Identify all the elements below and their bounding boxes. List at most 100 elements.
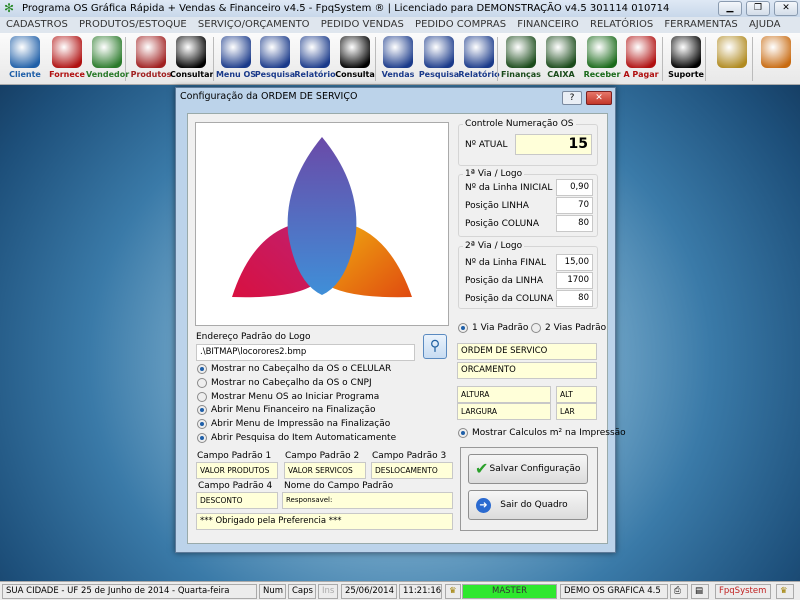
option-radio-5[interactable] (197, 419, 207, 429)
person-red-icon (52, 36, 82, 68)
toolbar-label: Fornece (49, 70, 85, 79)
menu-produtos[interactable]: PRODUTOS/ESTOQUE (79, 19, 187, 30)
toolbar-label: Consultar (170, 70, 214, 79)
exit-button[interactable]: ➜ Sair do Quadro (468, 490, 588, 520)
toolbar-label: Produtos (130, 70, 172, 79)
option-radio-1[interactable] (197, 364, 207, 374)
linha-final-input[interactable]: 15,00 (556, 254, 593, 271)
posicao-linha-label: Posição LINHA (465, 201, 529, 211)
largura-input[interactable]: LARGURA (457, 403, 551, 420)
exit-door-button[interactable] (757, 36, 795, 70)
menu-servico[interactable]: SERVIÇO/ORÇAMENTO (198, 19, 310, 30)
toolbar-label: Cliente (9, 70, 41, 79)
toolbar-separator (705, 37, 706, 81)
option-radio-4[interactable] (197, 405, 207, 415)
maximize-button[interactable]: ❐ (746, 1, 770, 16)
campo4-input[interactable]: DESCONTO (196, 492, 278, 509)
toolbar-consulta-button[interactable]: Consulta (334, 36, 376, 79)
option-label-6: Abrir Pesquisa do Item Automaticamente (211, 433, 397, 443)
save-button-label: Salvar Configuração (489, 464, 581, 474)
calc-radio-label: Mostrar Calculos m² na Impressão (472, 428, 626, 438)
menu-ferramentas[interactable]: FERRAMENTAS (664, 19, 737, 30)
numero-atual-label: Nº ATUAL (465, 140, 508, 150)
toolbar-finanas-button[interactable]: Finanças (500, 36, 542, 79)
linha-inicial-input[interactable]: 0,90 (556, 179, 593, 196)
calculator-icon[interactable]: ▤ (691, 584, 709, 599)
toolbar-separator (375, 37, 376, 81)
window-title: Programa OS Gráfica Rápida + Vendas & Fi… (22, 3, 670, 14)
logo-path-label: Endereço Padrão do Logo (196, 332, 311, 342)
status-city-date: SUA CIDADE - UF 25 de Junho de 2014 - Qu… (2, 584, 257, 599)
alt-input[interactable]: ALT (556, 386, 597, 403)
browse-logo-button[interactable]: ⚲ (423, 334, 447, 359)
user-icon-2: ♛ (776, 584, 794, 599)
status-company: DEMO OS GRAFICA 4.5 (560, 584, 668, 599)
help-button[interactable]: ? (562, 91, 582, 105)
toolbar-relatrio-button[interactable]: Relatório (294, 36, 336, 79)
toolbar-vendas-button[interactable]: Vendas (377, 36, 419, 79)
cash-book-icon (546, 36, 576, 68)
toolbar-suporte-button[interactable]: Suporte (665, 36, 707, 79)
altura-input[interactable]: ALTURA (457, 386, 551, 403)
minimize-button[interactable]: ▁ (718, 1, 742, 16)
option-radio-2[interactable] (197, 378, 207, 388)
toolbar-relatrio-button[interactable]: Relatório (458, 36, 500, 79)
option-radio-6[interactable] (197, 433, 207, 443)
numero-atual-input[interactable]: 15 (515, 134, 592, 155)
toolbar-label: CAIXA (547, 70, 575, 79)
nome-campo-input[interactable]: Responsavel: (282, 492, 453, 509)
campo3-input[interactable]: DESLOCAMENTO (371, 462, 453, 479)
monitor-icon (383, 36, 413, 68)
toolbar-vendedor-button[interactable]: Vendedor (86, 36, 130, 79)
toolbar-produtos-button[interactable]: Produtos (130, 36, 172, 79)
campo2-input[interactable]: VALOR SERVICOS (284, 462, 366, 479)
menu-pedido-compras[interactable]: PEDIDO COMPRAS (415, 19, 506, 30)
toolbar-caixa-button[interactable]: CAIXA (540, 36, 582, 79)
menu-ajuda[interactable]: AJUDA (749, 19, 780, 30)
via1-radio[interactable] (458, 323, 468, 333)
option-label-1: Mostrar no Cabeçalho da OS o CELULAR (211, 364, 392, 374)
menu-relatorios[interactable]: RELATÓRIOS (590, 19, 653, 30)
menu-pedido-vendas[interactable]: PEDIDO VENDAS (321, 19, 404, 30)
printer-icon[interactable]: ⎙ (670, 584, 688, 599)
campo1-input[interactable]: VALOR PRODUTOS (196, 462, 278, 479)
toolbar-consultar-button[interactable]: Consultar (170, 36, 214, 79)
status-brand: FpqSystem (715, 584, 771, 599)
lar-input[interactable]: LAR (556, 403, 597, 420)
nome-campo-label: Nome do Campo Padrão (284, 481, 394, 491)
close-window-button[interactable]: ✕ (774, 1, 798, 16)
toolbar-separator (497, 37, 498, 81)
posicao-da-coluna-input[interactable]: 80 (556, 290, 593, 307)
via2-radio[interactable] (531, 323, 541, 333)
save-button[interactable]: ✔ Salvar Configuração (468, 454, 588, 484)
dialog-close-button[interactable]: ✕ (586, 91, 612, 105)
logo-path-input[interactable]: .\BITMAP\locorores2.bmp (196, 344, 415, 361)
toolbar-cliente-button[interactable]: Cliente (4, 36, 46, 79)
titulo-orcamento-input[interactable]: ORCAMENTO (457, 362, 597, 379)
coins-button[interactable] (713, 36, 751, 70)
via2-group-title: 2ª Via / Logo (463, 241, 525, 251)
posicao-da-linha-input[interactable]: 1700 (556, 272, 593, 289)
dollar-red-icon (626, 36, 656, 68)
titulo-os-input[interactable]: ORDEM DE SERVICO (457, 343, 597, 360)
toolbar-menuos-button[interactable]: Menu OS (215, 36, 257, 79)
printer-icon (464, 36, 494, 68)
via1-radio-label: 1 Via Padrão (472, 323, 529, 333)
toolbar-label: Pesquisa (254, 70, 296, 79)
toolbar-fornece-button[interactable]: Fornece (46, 36, 88, 79)
toolbar-receber-button[interactable]: Receber (581, 36, 623, 79)
option-radio-3[interactable] (197, 392, 207, 402)
toolbar-pesquisa-button[interactable]: Pesquisa (254, 36, 296, 79)
toolbar-apagar-button[interactable]: A Pagar (620, 36, 662, 79)
toolbar-separator (213, 37, 214, 81)
posicao-coluna-input[interactable]: 80 (556, 215, 593, 232)
person-blue-icon (10, 36, 40, 68)
menu-financeiro[interactable]: FINANCEIRO (517, 19, 579, 30)
posicao-linha-input[interactable]: 70 (556, 197, 593, 214)
toolbar-pesquisa-button[interactable]: Pesquisa (418, 36, 460, 79)
footer-message-input[interactable]: *** Obrigado pela Preferencia *** (196, 513, 453, 530)
toolbar-label: Vendedor (86, 70, 130, 79)
calc-radio[interactable] (458, 428, 468, 438)
menu-cadastros[interactable]: CADASTROS (6, 19, 68, 30)
person-green-icon (92, 36, 122, 68)
